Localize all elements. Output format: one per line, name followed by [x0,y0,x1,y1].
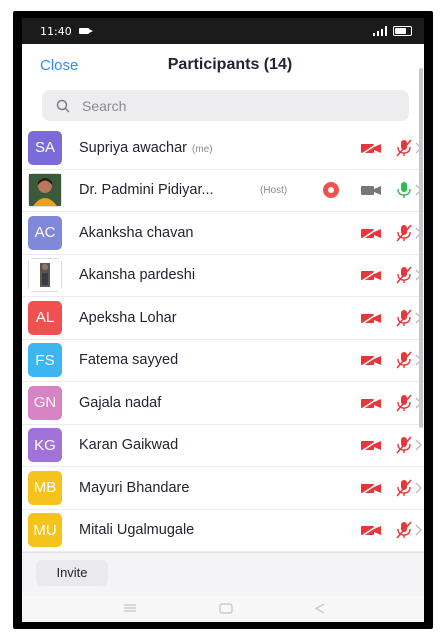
android-nav-bar [22,596,424,622]
mic-muted-icon [396,436,412,454]
video-off-icon [361,396,381,410]
mic-muted-icon [396,224,412,242]
participant-list[interactable]: SA Supriya awachar (me) Dr. Padmini Pidiyar… [22,127,424,557]
invite-button[interactable]: Invite [36,560,108,586]
video-off-icon [361,268,381,282]
participant-name: Dr. Padmini Pidiyar... [79,182,214,199]
avatar-initials: GN [33,394,57,412]
avatar-initials: MU [33,521,57,539]
avatar-initials: SA [34,139,55,157]
avatar-initials: FS [35,351,55,369]
avatar: KG [28,428,62,463]
chevron-right-icon[interactable] [414,482,422,494]
me-tag: (me) [192,143,213,155]
video-camera-status-icon [78,28,93,34]
page-title: Participants (14) [167,55,293,73]
participant-row[interactable]: FS Fatema sayyed [22,340,424,382]
participant-name: Mitali Ugalmugale [79,522,195,539]
participant-name: Mayuri Bhandare [79,479,190,496]
home-icon[interactable] [218,602,234,615]
mic-muted-icon [396,479,412,497]
mic-muted-icon [396,139,412,157]
recording-icon [323,182,339,199]
avatar-initials: MB [33,479,57,497]
participant-row[interactable]: GN Gajala nadaf [22,382,424,425]
avatar [28,258,62,293]
screen: 11:40 Close Participants (14) Search SA … [22,18,424,622]
video-off-icon [361,353,381,367]
avatar: AC [28,215,62,250]
video-off-icon [361,141,381,155]
chevron-right-icon[interactable] [414,524,422,536]
video-on-icon [361,186,381,196]
mic-muted-icon [396,521,412,539]
participant-name: Karan Gaikwad [79,437,179,454]
avatar: MU [28,513,62,548]
close-button[interactable]: Close [40,57,78,74]
host-tag: (Host) [260,184,288,196]
video-off-icon [361,226,381,240]
participant-row[interactable]: Akansha pardeshi [22,255,424,297]
participant-row[interactable]: Dr. Padmini Pidiyar... (Host) [22,170,424,212]
scrollbar[interactable] [419,68,423,428]
participant-name: Supriya awachar (me) [79,139,213,156]
avatar: GN [28,385,62,420]
participant-row[interactable]: SA Supriya awachar (me) [22,127,424,170]
participant-name: Gajala nadaf [79,394,162,411]
avatar: SA [28,130,62,165]
search-bar[interactable] [42,90,409,121]
participant-row[interactable]: KG Karan Gaikwad [22,425,424,467]
mic-muted-icon [396,266,412,284]
video-off-icon [361,311,381,325]
bottom-bar: Invite [22,552,424,597]
avatar: FS [28,343,62,378]
avatar [28,173,62,208]
mic-muted-icon [396,351,412,369]
video-off-icon [361,438,381,452]
avatar-initials: KG [34,436,56,454]
avatar: MB [28,470,62,505]
video-off-icon [361,523,381,537]
video-off-icon [361,481,381,495]
participant-name: Apeksha Lohar [79,309,177,326]
participant-row[interactable]: MU Mitali Ugalmugale [22,510,424,552]
participant-row[interactable]: MB Mayuri Bhandare [22,467,424,510]
search-icon [56,99,70,113]
participant-name: Akansha pardeshi [79,267,196,284]
mic-muted-icon [396,309,412,327]
participant-name: Fatema sayyed [79,352,179,369]
back-icon[interactable] [313,602,327,615]
header: Close Participants (14) [22,44,424,84]
participant-row[interactable]: AL Apeksha Lohar [22,297,424,340]
avatar-initials: AC [34,224,56,242]
signal-icon [373,26,387,36]
mic-muted-icon [396,394,412,412]
phone-frame: 11:40 Close Participants (14) Search SA … [13,11,433,629]
battery-icon [393,26,412,36]
avatar-initials: AL [35,309,55,327]
mic-on-icon [397,182,411,199]
participant-row[interactable]: AC Akanksha chavan [22,212,424,255]
clock: 11:40 [40,24,72,38]
status-bar: 11:40 [22,18,424,44]
participant-name: Akanksha chavan [79,224,194,241]
chevron-right-icon[interactable] [414,439,422,451]
avatar: AL [28,300,62,335]
search-input[interactable] [80,96,409,115]
menu-icon[interactable] [122,602,138,614]
